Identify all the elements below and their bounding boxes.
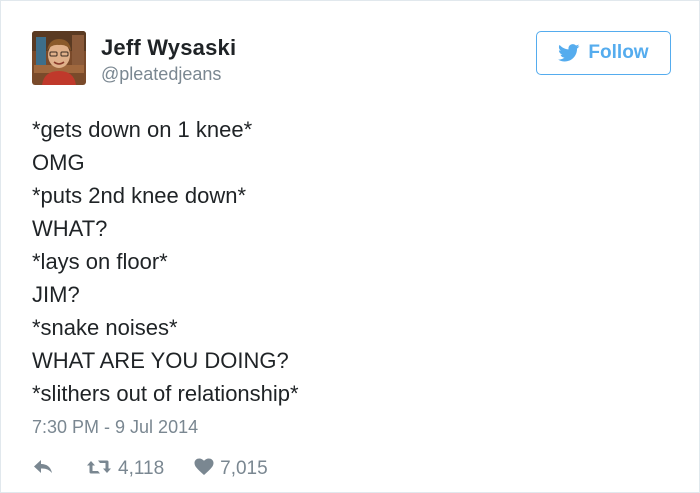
tweet-line: *slithers out of relationship*: [32, 381, 299, 406]
follow-label: Follow: [588, 42, 649, 63]
avatar[interactable]: [32, 31, 86, 85]
tweet-line: WHAT ARE YOU DOING?: [32, 348, 289, 373]
tweet-line: WHAT?: [32, 216, 108, 241]
retweet-count: 4,118: [118, 458, 165, 479]
author-handle[interactable]: @pleatedjeans: [101, 64, 221, 85]
author-name[interactable]: Jeff Wysaski: [101, 35, 236, 61]
follow-button[interactable]: Follow: [536, 31, 671, 75]
reply-button[interactable]: [32, 458, 54, 481]
reply-icon: [32, 458, 54, 481]
tweet-timestamp[interactable]: 7:30 PM - 9 Jul 2014: [32, 417, 198, 438]
tweet-line: OMG: [32, 150, 85, 175]
tweet-line: *gets down on 1 knee*: [32, 117, 253, 142]
tweet-line: *snake noises*: [32, 315, 178, 340]
tweet-line: *puts 2nd knee down*: [32, 183, 247, 208]
avatar-image: [32, 31, 86, 85]
heart-icon: [194, 458, 214, 481]
tweet-card: Jeff Wysaski @pleatedjeans Follow *gets …: [0, 0, 700, 493]
tweet-line: *lays on floor*: [32, 249, 168, 274]
retweet-button[interactable]: 4,118: [86, 458, 164, 481]
tweet-line: JIM?: [32, 282, 80, 307]
like-button[interactable]: 7,015: [194, 458, 268, 481]
retweet-icon: [86, 458, 112, 481]
tweet-actions: 4,118 7,015: [32, 455, 268, 483]
twitter-bird-icon: [558, 44, 580, 62]
like-count: 7,015: [220, 458, 268, 479]
tweet-text: *gets down on 1 knee* OMG *puts 2nd knee…: [32, 113, 652, 410]
